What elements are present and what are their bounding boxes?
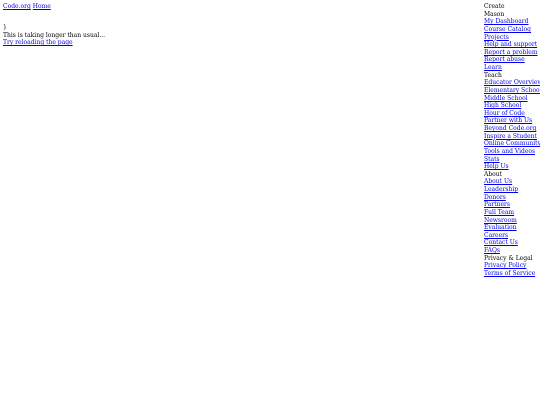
menu-item-beyond-code-org[interactable]: Beyond Code.org xyxy=(484,125,538,133)
menu-item-stats[interactable]: Stats xyxy=(484,156,538,164)
menu-label-about: About xyxy=(484,170,503,178)
menu-item-high-school[interactable]: High School xyxy=(484,102,538,110)
menu-item-about-us[interactable]: About Us xyxy=(484,178,538,186)
menu-item-report-a-problem[interactable]: Report a problem xyxy=(484,49,538,57)
menu-item-hour-of-code[interactable]: Hour of Code xyxy=(484,110,538,118)
menu-item-online-community[interactable]: Online Community xyxy=(484,140,540,148)
stray-brace: } xyxy=(3,24,7,31)
menu-label-teach: Teach xyxy=(484,71,502,79)
menu-item-terms-of-service[interactable]: Terms of Service xyxy=(484,270,538,278)
menu-item-course-catalog[interactable]: Course Catalog xyxy=(484,26,538,34)
menu-item-full-team[interactable]: Full Team xyxy=(484,209,538,217)
menu-item-help-us[interactable]: Help Us xyxy=(484,163,538,171)
menu-item-my-dashboard[interactable]: My Dashboard xyxy=(484,18,538,26)
menu-item-elementary-school[interactable]: Elementary School xyxy=(484,87,540,95)
menu-item-newsroom[interactable]: Newsroom xyxy=(484,217,538,225)
menu-item-partner-with-us[interactable]: Partner with Us xyxy=(484,117,538,125)
menu-item-partners[interactable]: Partners xyxy=(484,201,538,209)
menu-item-tools-and-videos[interactable]: Tools and Videos xyxy=(484,148,538,156)
menu-item-privacy-policy[interactable]: Privacy Policy xyxy=(484,262,538,270)
code-org-logo[interactable]: Code.org xyxy=(3,3,31,11)
menu-item-help-and-support[interactable]: Help and support xyxy=(484,41,538,49)
menu-item-middle-school[interactable]: Middle School xyxy=(484,95,538,103)
menu-item-contact-us[interactable]: Contact Us xyxy=(484,239,538,247)
menu-item-donors[interactable]: Donors xyxy=(484,194,538,202)
menu-item-careers[interactable]: Careers xyxy=(484,232,538,240)
reload-link[interactable]: Try reloading the page xyxy=(3,39,303,47)
menu-label-privacy-legal: Privacy & Legal xyxy=(484,254,533,262)
menu-item-learn[interactable]: Learn xyxy=(484,64,538,72)
menu-label-create: Create xyxy=(484,3,505,10)
loading-message: This is taking longer than usual... xyxy=(3,31,106,39)
menu-item-projects[interactable]: Projects xyxy=(484,34,538,42)
menu-item-evaluation[interactable]: Evaluation xyxy=(484,224,538,232)
menu-item-leadership[interactable]: Leadership xyxy=(484,186,538,194)
menu-item-inspire-a-student[interactable]: Inspire a Student xyxy=(484,133,538,141)
site-menu: Create Mason My Dashboard Course Catalog… xyxy=(484,3,540,278)
menu-item-educator-overview[interactable]: Educator Overview xyxy=(484,79,540,87)
user-name: Mason xyxy=(484,10,505,18)
menu-item-faqs[interactable]: FAQs xyxy=(484,247,538,255)
header: Code.org Home xyxy=(3,3,303,11)
home-link[interactable]: Home xyxy=(33,3,51,10)
main-content: Code.org Home } This is taking longer th… xyxy=(3,3,303,47)
menu-item-report-abuse[interactable]: Report abuse xyxy=(484,56,538,64)
